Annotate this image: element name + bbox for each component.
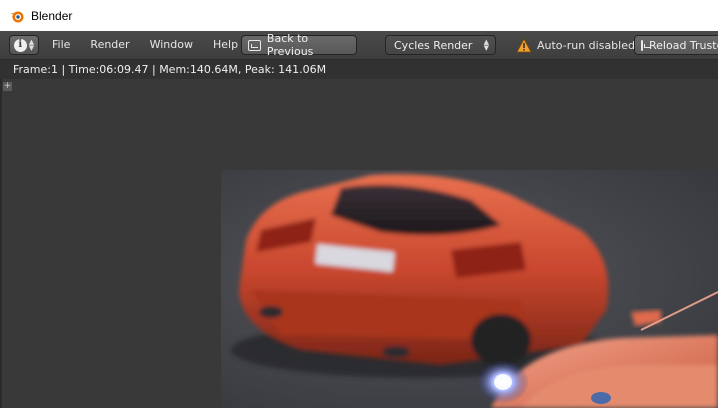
reload-trusted-label: Reload Trusted bbox=[649, 38, 718, 52]
back-to-previous-label: Back to Previous bbox=[266, 32, 314, 58]
updown-arrows-icon: ▲ ▼ bbox=[483, 38, 489, 52]
window-titlebar: Blender bbox=[0, 0, 718, 31]
reload-icon bbox=[641, 39, 651, 51]
area-edge bbox=[0, 79, 2, 408]
blender-logo-icon bbox=[10, 11, 24, 22]
render-engine-value: Cycles Render bbox=[394, 38, 473, 52]
menu-file[interactable]: File bbox=[42, 35, 80, 55]
render-result-image bbox=[221, 170, 718, 408]
render-image bbox=[231, 174, 718, 408]
warning-icon bbox=[516, 37, 532, 52]
editor-type-selector[interactable]: i ▲ ▼ bbox=[9, 35, 39, 55]
render-engine-select[interactable]: Cycles Render ▲ ▼ bbox=[385, 35, 496, 55]
window-title: Blender bbox=[31, 8, 73, 23]
autorun-warning-text: Auto-run disabled bbox=[537, 38, 635, 52]
reload-trusted-button[interactable]: Reload Trusted bbox=[634, 35, 718, 55]
autorun-warning: Auto-run disabled bbox=[516, 37, 635, 53]
info-icon: i bbox=[13, 38, 27, 52]
info-header: i ▲ ▼ File Render Window Help Back to Pre… bbox=[0, 31, 718, 60]
updown-arrows-icon: ▲ ▼ bbox=[28, 38, 35, 52]
back-to-previous-button[interactable]: Back to Previous bbox=[241, 32, 357, 58]
menu-render[interactable]: Render bbox=[80, 35, 139, 55]
render-status-line: Frame:1 | Time:06:09.47 | Mem:140.64M, P… bbox=[0, 60, 718, 79]
screen-back-icon bbox=[248, 39, 261, 51]
menu-window[interactable]: Window bbox=[140, 35, 203, 55]
area-split-corner[interactable]: + bbox=[3, 82, 12, 91]
